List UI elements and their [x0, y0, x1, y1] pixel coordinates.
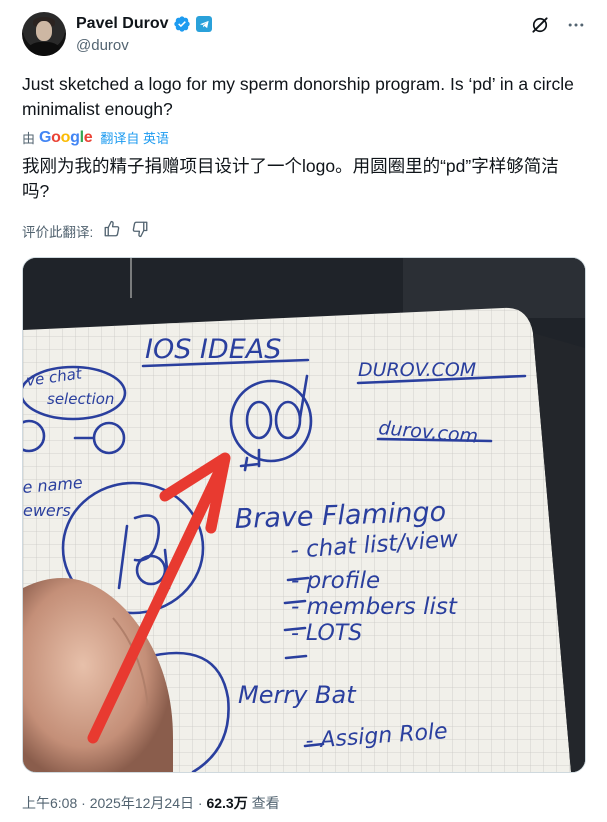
post-meta: 上午6:08 · 2025年12月24日 · 62.3万 查看: [22, 793, 280, 813]
translated-by-label: 由: [22, 131, 36, 146]
post-header: Pavel Durov @durov: [22, 12, 587, 60]
post-top-actions: [529, 14, 587, 36]
grok-icon[interactable]: [529, 14, 551, 36]
author-display-name[interactable]: Pavel Durov: [76, 15, 168, 33]
sketch-photo: IOS IDEAS DUROV.COM durov.com Brave Flam…: [23, 258, 585, 772]
rate-translation-row: 评价此翻译:: [22, 220, 149, 241]
sketch-text: ewers: [23, 501, 71, 520]
thumbs-down-icon[interactable]: [131, 220, 149, 241]
post-text: Just sketched a logo for my sperm donors…: [22, 74, 574, 119]
sketch-text: - members list: [291, 594, 458, 620]
more-icon[interactable]: [565, 14, 587, 36]
post-image[interactable]: IOS IDEAS DUROV.COM durov.com Brave Flam…: [22, 257, 586, 773]
views-count: 62.3万: [206, 795, 248, 811]
google-logo: Google: [39, 128, 93, 146]
translation-attribution: 由 Google 翻译自 英语: [22, 128, 169, 147]
translated-text: 我刚为我的精子捐赠项目设计了一个logo。用圆圈里的“pd”字样够简洁吗?: [22, 156, 559, 201]
verified-badge-icon[interactable]: [173, 15, 191, 33]
thumbs-up-icon[interactable]: [103, 220, 121, 241]
sketch-text: selection: [47, 390, 114, 408]
sketch-text: DUROV.COM: [358, 359, 476, 381]
sketch-text: - LOTS: [291, 621, 362, 646]
telegram-icon[interactable]: [196, 16, 213, 32]
translated-from-link[interactable]: 翻译自 英语: [100, 128, 169, 147]
rate-translation-label: 评价此翻译:: [22, 224, 94, 240]
meta-separator: ·: [81, 795, 86, 811]
sketch-text: - profile: [291, 568, 380, 594]
sketch-text: IOS IDEAS: [145, 334, 281, 365]
author-block: Pavel Durov @durov: [76, 13, 213, 54]
avatar[interactable]: [22, 12, 66, 56]
post-time[interactable]: 上午6:08: [22, 795, 77, 811]
post-date[interactable]: 2025年12月24日: [90, 795, 194, 811]
author-handle[interactable]: @durov: [76, 37, 212, 54]
views-label: 查看: [251, 795, 280, 811]
sketch-text: Merry Bat: [238, 681, 357, 709]
meta-separator: ·: [197, 795, 203, 811]
